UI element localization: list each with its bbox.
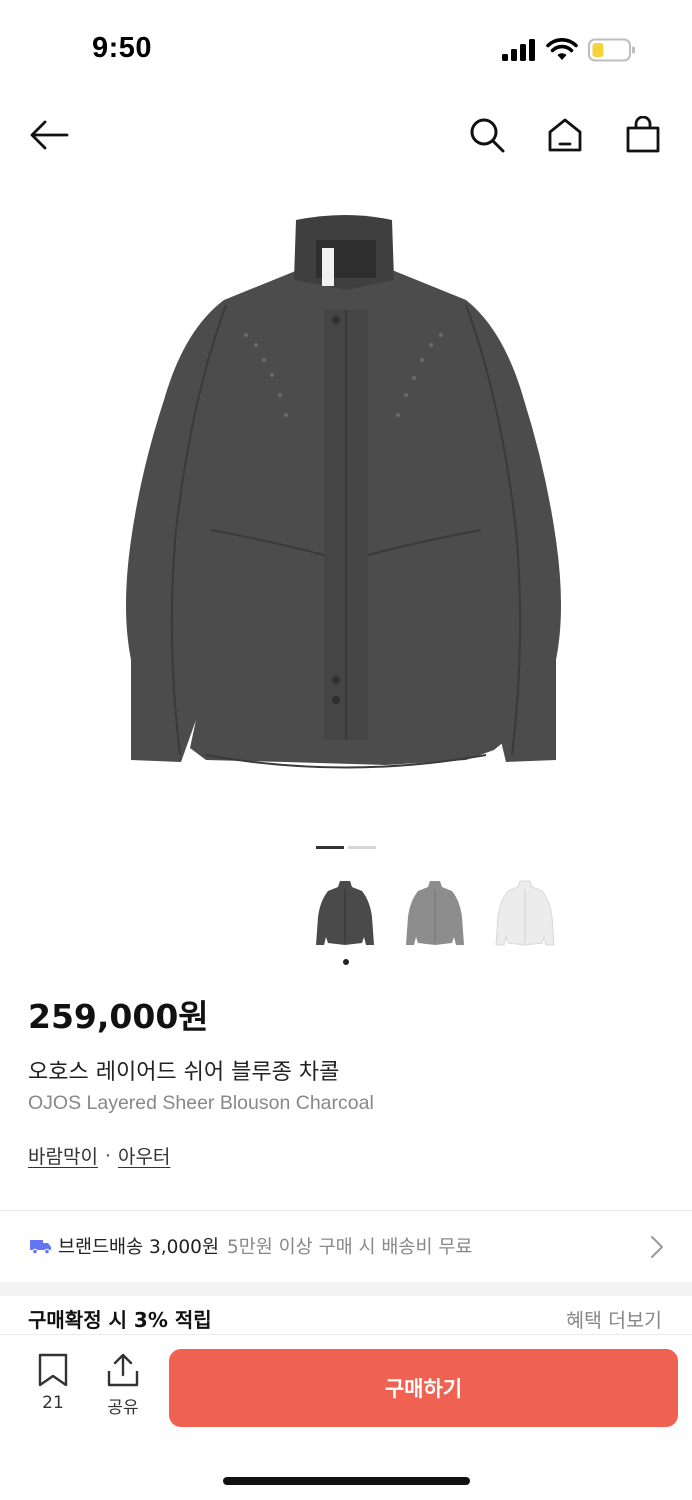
wifi-icon bbox=[546, 38, 578, 60]
category-breadcrumb: 바람막이 · 아우터 bbox=[28, 1142, 170, 1169]
jacket-thumb-charcoal bbox=[316, 881, 374, 945]
top-nav bbox=[0, 100, 692, 170]
jacket-thumb-white bbox=[495, 880, 555, 946]
status-time: 9:50 bbox=[92, 32, 153, 64]
section-band bbox=[0, 1282, 692, 1296]
product-main-image[interactable] bbox=[0, 170, 692, 830]
home-icon bbox=[548, 118, 582, 152]
shipping-info-row[interactable]: 브랜드배송 3,000원 5만원 이상 구매 시 배송비 무료 bbox=[0, 1211, 692, 1281]
buy-button[interactable]: 구매하기 bbox=[169, 1349, 678, 1427]
shopping-bag-icon bbox=[626, 116, 660, 153]
product-name-ko: 오호스 레이어드 쉬어 블루종 차콜 bbox=[28, 1060, 340, 1085]
product-price: 259,000원 bbox=[28, 997, 209, 1036]
product-name-en: OJOS Layered Sheer Blouson Charcoal bbox=[28, 1092, 374, 1114]
bookmark-icon bbox=[38, 1353, 68, 1387]
home-button[interactable] bbox=[542, 112, 588, 158]
pager-dot-active bbox=[316, 846, 344, 849]
battery-icon bbox=[588, 38, 635, 62]
wishlist-count: 21 bbox=[42, 1393, 64, 1413]
brand-shipping-fee: 브랜드배송 3,000원 bbox=[58, 1237, 219, 1258]
chevron-right-icon bbox=[651, 1236, 663, 1258]
back-arrow-icon bbox=[30, 120, 69, 150]
jacket-image bbox=[126, 215, 561, 769]
color-variants bbox=[312, 872, 558, 954]
delivery-truck-icon bbox=[30, 1240, 51, 1254]
status-bar: 9:50 bbox=[0, 0, 692, 100]
pager-dot bbox=[348, 846, 376, 849]
signal-icon bbox=[502, 39, 535, 61]
search-icon bbox=[470, 118, 505, 153]
share-icon bbox=[107, 1353, 139, 1387]
category-link-windbreaker[interactable]: 바람막이 bbox=[28, 1142, 98, 1169]
points-row: 구매확정 시 3% 적립 혜택 더보기 bbox=[0, 1296, 692, 1336]
variant-thumb-gray[interactable] bbox=[402, 872, 468, 954]
search-button[interactable] bbox=[464, 112, 510, 158]
selected-variant-dot bbox=[343, 959, 349, 965]
status-icons bbox=[502, 38, 636, 62]
share-label: 공유 bbox=[107, 1398, 139, 1418]
back-button[interactable] bbox=[26, 112, 72, 158]
image-pager bbox=[316, 846, 376, 849]
jacket-thumb-gray bbox=[406, 881, 464, 945]
bottom-action-bar: 21 공유 구매하기 bbox=[0, 1334, 692, 1500]
benefits-more-link[interactable]: 혜택 더보기 bbox=[566, 1304, 662, 1333]
variant-thumb-charcoal[interactable] bbox=[312, 872, 378, 954]
wishlist-button[interactable]: 21 bbox=[28, 1353, 78, 1413]
category-link-outer[interactable]: 아우터 bbox=[118, 1142, 170, 1169]
home-indicator[interactable] bbox=[223, 1477, 470, 1485]
share-button[interactable]: 공유 bbox=[98, 1353, 148, 1418]
points-label: 구매확정 시 3% 적립 bbox=[28, 1308, 212, 1332]
free-shipping-note: 5만원 이상 구매 시 배송비 무료 bbox=[226, 1237, 473, 1258]
cart-button[interactable] bbox=[620, 112, 666, 158]
variant-thumb-white[interactable] bbox=[492, 872, 558, 954]
category-separator: · bbox=[104, 1144, 111, 1167]
